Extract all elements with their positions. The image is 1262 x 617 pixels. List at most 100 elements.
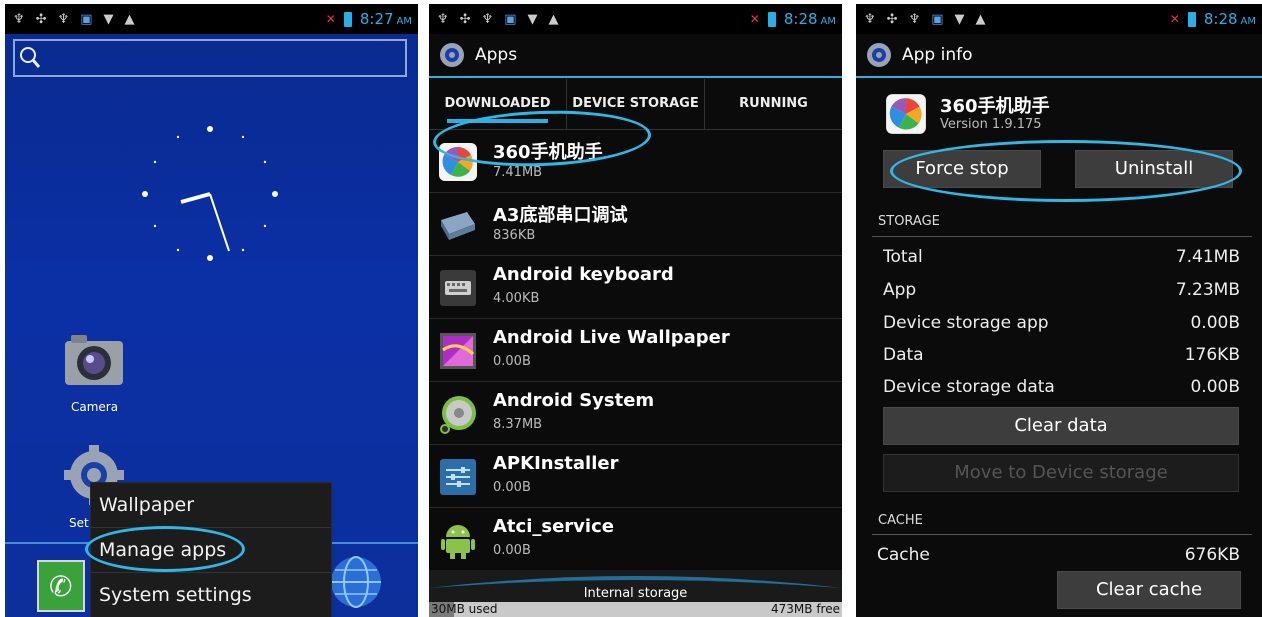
app-version: Version 1.9.175 xyxy=(940,117,1042,132)
clear-cache-button[interactable]: Clear cache xyxy=(1057,571,1241,609)
settings-gear-icon[interactable] xyxy=(437,40,467,70)
usb-icon: ♆ xyxy=(57,11,70,27)
camera-icon[interactable] xyxy=(63,329,125,391)
status-ampm: AM xyxy=(396,15,412,27)
cache-row-label: Cache xyxy=(877,545,930,565)
usb-icon: ♆ xyxy=(864,11,876,27)
phone-icon: ✆ xyxy=(49,570,73,603)
serial-port-icon xyxy=(441,212,475,240)
notification-icons: ♆ ✣ ♆ ▣ ▼ ▲ xyxy=(429,12,559,27)
app-name: Atci_service xyxy=(493,516,614,537)
app-size: 836KB xyxy=(493,228,536,243)
wifi-icon: ▼ xyxy=(527,11,538,27)
battery-icon xyxy=(343,11,352,27)
app-list: 360手机助手 7.41MB A3底部串口调试 836KB Android ke… xyxy=(429,130,842,571)
no-signal-icon: ✕ xyxy=(1169,12,1180,26)
page-title: App info xyxy=(902,45,973,65)
menu-item-system-settings[interactable]: System settings xyxy=(91,573,331,617)
usb-icon: ♆ xyxy=(13,11,25,27)
app-name: A3底部串口调试 xyxy=(493,205,628,226)
app-360-icon xyxy=(886,94,926,134)
notification-icons: ♆ ✣ ♆ ▣ ▼ ▲ xyxy=(5,12,135,27)
tab-running[interactable]: RUNNING xyxy=(704,79,842,129)
no-signal-icon: ✕ xyxy=(749,12,760,26)
analog-clock-widget[interactable] xyxy=(125,116,295,286)
move-to-device-storage-button[interactable]: Move to Device storage xyxy=(883,454,1239,492)
storage-row-label: Device storage app xyxy=(883,313,1049,333)
search-bar[interactable] xyxy=(13,39,407,77)
phone-dock-icon[interactable]: ✆ xyxy=(37,560,85,612)
app-name: Android keyboard xyxy=(493,264,674,285)
android-robot-icon xyxy=(441,525,475,559)
app-row-a3[interactable]: A3底部串口调试 836KB xyxy=(429,193,842,256)
app-name: 360手机助手 xyxy=(940,96,1050,117)
storage-free-text: 473MB free xyxy=(771,602,840,616)
internal-storage-panel: Internal storage 30MB used 473MB free xyxy=(429,570,842,617)
debug-icon: ✣ xyxy=(459,11,471,27)
storage-row-value: 0.00B xyxy=(1190,313,1240,333)
storage-row-label: Total xyxy=(883,247,923,267)
highlight-ring-manage-apps xyxy=(85,526,245,572)
battery-icon xyxy=(767,11,776,27)
app-row-atci-service[interactable]: Atci_service 0.00B xyxy=(429,508,842,571)
mail-icon: ▣ xyxy=(80,11,93,27)
warning-icon: ▲ xyxy=(548,11,559,27)
mail-icon: ▣ xyxy=(931,11,944,27)
settings-gear-icon[interactable] xyxy=(864,40,894,70)
app-row-live-wallpaper[interactable]: Android Live Wallpaper 0.00B xyxy=(429,319,842,382)
warning-icon: ▲ xyxy=(124,11,135,27)
app-name: Android System xyxy=(493,390,655,411)
storage-used-text: 30MB used xyxy=(431,602,498,616)
status-time: 8:28 xyxy=(1203,10,1238,28)
no-signal-icon: ✕ xyxy=(325,12,336,26)
live-wallpaper-icon xyxy=(440,333,476,369)
storage-row-label: Data xyxy=(883,345,924,365)
app-size: 0.00B xyxy=(493,480,531,495)
android-system-icon xyxy=(440,396,476,434)
app-name: Android Live Wallpaper xyxy=(493,327,730,348)
clear-data-button[interactable]: Clear data xyxy=(883,407,1239,445)
search-icon xyxy=(20,47,41,68)
highlight-ring-buttons xyxy=(890,140,1242,202)
status-time: 8:27 xyxy=(359,10,394,28)
status-bar: ♆ ✣ ♆ ▣ ▼ ▲ ✕ 8:28 AM xyxy=(856,4,1262,34)
app-info-screen: ♆ ✣ ♆ ▣ ▼ ▲ ✕ 8:28 AM App info 360手机助手 V… xyxy=(856,4,1262,617)
storage-row-label: Device storage data xyxy=(883,377,1055,397)
battery-icon xyxy=(1187,11,1196,27)
cache-section-header: CACHE xyxy=(878,513,923,528)
apk-installer-icon xyxy=(440,459,476,495)
page-title: Apps xyxy=(475,45,518,65)
app-size: 0.00B xyxy=(493,543,531,558)
wifi-icon: ▼ xyxy=(954,11,965,27)
home-screen: ♆ ✣ ♆ ▣ ▼ ▲ ✕ 8:27 AM Camera Set ✆ Wallp… xyxy=(5,4,418,617)
app-size: 0.00B xyxy=(493,354,531,369)
keyboard-icon xyxy=(440,270,476,306)
storage-label: Internal storage xyxy=(583,586,688,601)
storage-row-value: 7.41MB xyxy=(1175,247,1240,267)
camera-label: Camera xyxy=(71,400,119,414)
usb-icon: ♆ xyxy=(908,11,921,27)
app-size: 4.00KB xyxy=(493,291,540,306)
debug-icon: ✣ xyxy=(35,11,47,27)
status-ampm: AM xyxy=(1240,15,1256,27)
cache-divider xyxy=(872,534,1252,535)
app-row-apkinstaller[interactable]: APKInstaller 0.00B xyxy=(429,445,842,508)
storage-row-label: App xyxy=(883,280,917,300)
menu-item-wallpaper[interactable]: Wallpaper xyxy=(91,483,331,528)
warning-icon: ▲ xyxy=(975,11,986,27)
usb-icon: ♆ xyxy=(437,11,449,27)
settings-label: Set xyxy=(69,516,89,530)
cache-row-value: 676KB xyxy=(1184,545,1240,565)
usb-icon: ♆ xyxy=(481,11,494,27)
action-bar: Apps xyxy=(429,34,842,78)
storage-row-value: 7.23MB xyxy=(1175,280,1240,300)
storage-row-value: 0.00B xyxy=(1190,377,1240,397)
apps-screen: ♆ ✣ ♆ ▣ ▼ ▲ ✕ 8:28 AM Apps DOWNLOADED DE… xyxy=(429,4,842,617)
app-row-keyboard[interactable]: Android keyboard 4.00KB xyxy=(429,256,842,319)
storage-section-header: STORAGE xyxy=(878,214,940,229)
status-time: 8:28 xyxy=(783,10,818,28)
app-size: 7.41MB xyxy=(493,165,543,180)
app-row-android-system[interactable]: Android System 8.37MB xyxy=(429,382,842,445)
browser-globe-icon[interactable] xyxy=(330,554,382,610)
notification-icons: ♆ ✣ ♆ ▣ ▼ ▲ xyxy=(856,12,986,27)
